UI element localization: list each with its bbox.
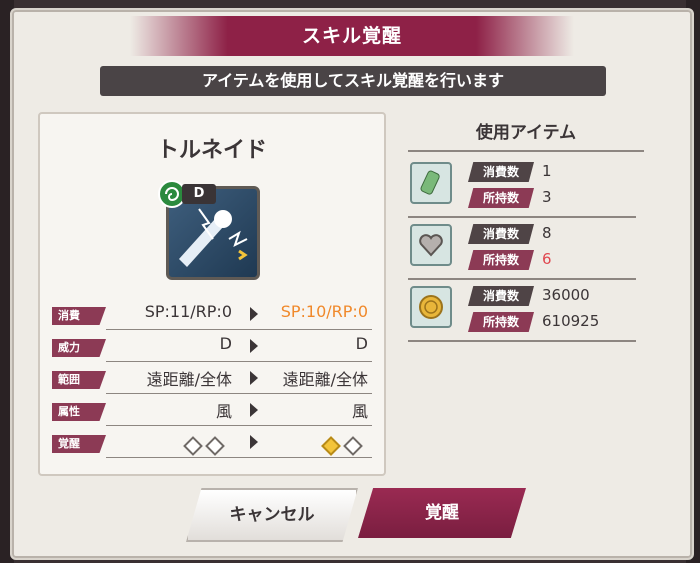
cancel-button[interactable]: キャンセル	[186, 488, 358, 542]
awaken-level-old	[182, 436, 226, 457]
item-row-gold: 消費数 36000 所持数 610925	[408, 280, 636, 342]
consume-label: 消費数	[468, 286, 534, 306]
divider	[106, 329, 372, 330]
divider	[106, 425, 372, 426]
gold-coin-icon	[410, 286, 452, 328]
item-row-heart: 消費数 8 所持数 6	[408, 218, 636, 280]
stat-new-value: D	[355, 334, 368, 353]
skill-grade: D	[182, 184, 216, 204]
consume-label: 消費数	[468, 162, 534, 182]
divider	[106, 457, 372, 458]
owned-value: 610925	[542, 312, 600, 330]
dialog-subtitle: アイテムを使用してスキル覚醒を行います	[100, 66, 606, 96]
arrow-right-icon	[250, 403, 258, 417]
stat-row-attribute: 属性 風 風	[52, 396, 372, 426]
diamond-empty-icon	[343, 436, 363, 456]
stat-old-value: D	[219, 334, 232, 353]
stat-old-value: SP:11/RP:0	[144, 302, 232, 321]
arrow-right-icon	[250, 339, 258, 353]
diamond-empty-icon	[205, 436, 225, 456]
diamond-filled-icon	[321, 436, 341, 456]
stat-label: 消費	[52, 307, 106, 325]
divider	[106, 361, 372, 362]
stat-row-awaken: 覚醒	[52, 428, 372, 458]
awaken-level-new	[320, 436, 364, 457]
consume-value: 1	[542, 162, 552, 180]
stat-new-value: 遠距離/全体	[282, 370, 368, 389]
consume-label: 消費数	[468, 224, 534, 244]
heart-item-icon	[410, 224, 452, 266]
stat-old-value: 遠距離/全体	[146, 370, 232, 389]
diamond-empty-icon	[183, 436, 203, 456]
stat-row-range: 範囲 遠距離/全体 遠距離/全体	[52, 364, 372, 394]
owned-label: 所持数	[468, 312, 534, 332]
stat-label: 威力	[52, 339, 106, 357]
scroll-item-icon	[410, 162, 452, 204]
skill-name: トルネイド	[156, 138, 267, 163]
arrow-right-icon	[250, 371, 258, 385]
stat-new-value: 風	[351, 402, 368, 421]
divider	[106, 393, 372, 394]
arrow-right-icon	[250, 435, 258, 449]
owned-value: 3	[542, 188, 552, 206]
stat-label: 属性	[52, 403, 106, 421]
items-header: 使用アイテム	[408, 118, 644, 152]
owned-value: 6	[542, 250, 552, 268]
stat-row-cost: 消費 SP:11/RP:0 SP:10/RP:0	[52, 300, 372, 330]
awaken-button[interactable]: 覚醒	[358, 488, 526, 538]
owned-label: 所持数	[468, 188, 534, 208]
consume-value: 36000	[542, 286, 590, 304]
stat-old-value: 風	[215, 402, 232, 421]
skill-panel: トルネイド D 消費 SP:11/RP:0 SP:10/RP:0 威力 D D …	[38, 112, 386, 476]
stat-row-power: 威力 D D	[52, 332, 372, 362]
stat-label: 範囲	[52, 371, 106, 389]
stat-label: 覚醒	[52, 435, 106, 453]
owned-label: 所持数	[468, 250, 534, 270]
stat-new-value: SP:10/RP:0	[280, 302, 368, 321]
item-row-scroll: 消費数 1 所持数 3	[408, 156, 636, 218]
dialog-title: スキル覚醒	[130, 16, 574, 56]
skill-awaken-dialog: スキル覚醒 アイテムを使用してスキル覚醒を行います トルネイド D 消費 SP:…	[10, 8, 694, 560]
consume-value: 8	[542, 224, 552, 242]
arrow-right-icon	[250, 307, 258, 321]
